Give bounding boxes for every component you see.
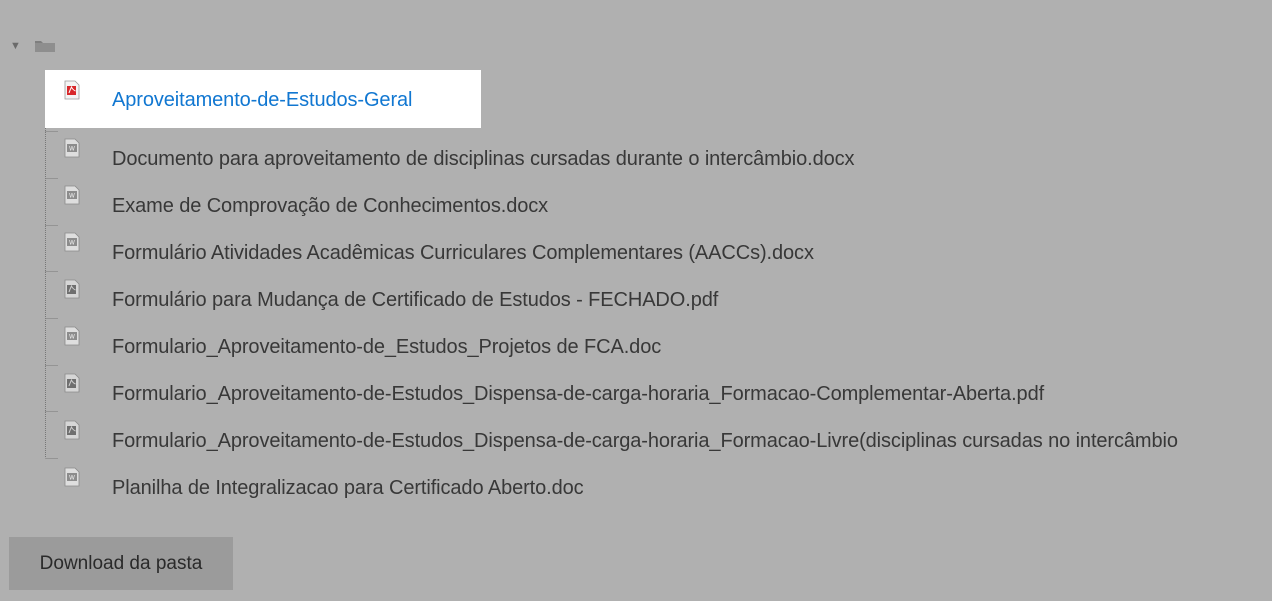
word-document-icon-graphic: W xyxy=(64,232,80,252)
svg-text:W: W xyxy=(69,146,75,153)
collapse-arrow-icon[interactable]: ▼ xyxy=(10,40,24,52)
svg-text:W: W xyxy=(69,240,75,247)
file-item[interactable]: Formulario_Aproveitamento-de-Estudos_Dis… xyxy=(45,363,1272,410)
folder-icon xyxy=(34,39,56,53)
file-name-link[interactable]: Formulario_Aproveitamento-de_Estudos_Pro… xyxy=(112,336,661,359)
word-document-icon: W xyxy=(62,326,82,346)
word-document-icon: W xyxy=(62,232,82,252)
pdf-icon-graphic xyxy=(64,373,80,393)
word-document-icon: W xyxy=(62,138,82,158)
svg-text:W: W xyxy=(69,334,75,341)
word-document-icon-graphic: W xyxy=(64,138,80,158)
file-item[interactable]: Formulário para Mudança de Certificado d… xyxy=(45,269,1272,316)
file-item[interactable]: Formulario_Aproveitamento-de-Estudos_Dis… xyxy=(45,410,1272,457)
word-document-icon: W xyxy=(62,185,82,205)
file-name-link[interactable]: Formulário Atividades Acadêmicas Curricu… xyxy=(112,242,814,265)
file-name-link[interactable]: Planilha de Integralizacao para Certific… xyxy=(112,477,584,500)
pdf-icon xyxy=(62,279,82,299)
pdf-icon-graphic xyxy=(64,80,80,100)
file-item[interactable]: W Documento para aproveitamento de discip… xyxy=(45,128,1272,175)
file-name-link[interactable]: Exame de Comprovação de Conhecimentos.do… xyxy=(112,195,548,218)
file-list: Aproveitamento-de-Estudos-Geral W Document… xyxy=(45,70,1272,504)
file-item[interactable]: W Planilha de Integralizacao para Certifi… xyxy=(45,457,1272,504)
word-document-icon-graphic: W xyxy=(64,467,80,487)
file-name-link[interactable]: Aproveitamento-de-Estudos-Geral xyxy=(112,89,412,112)
word-document-icon: W xyxy=(62,467,82,487)
file-name-link[interactable]: Formulário para Mudança de Certificado d… xyxy=(112,289,718,312)
svg-text:W: W xyxy=(69,475,75,482)
file-name-link[interactable]: Formulario_Aproveitamento-de-Estudos_Dis… xyxy=(112,430,1178,453)
download-folder-button[interactable]: Download da pasta xyxy=(9,537,233,590)
file-item[interactable]: W Formulario_Aproveitamento-de_Estudos_Pr… xyxy=(45,316,1272,363)
word-document-icon-graphic: W xyxy=(64,185,80,205)
pdf-icon xyxy=(62,373,82,393)
file-name-link[interactable]: Documento para aproveitamento de discipl… xyxy=(112,148,855,171)
pdf-icon-graphic xyxy=(64,279,80,299)
word-document-icon-graphic: W xyxy=(64,326,80,346)
pdf-icon xyxy=(62,420,82,440)
file-name-link[interactable]: Formulario_Aproveitamento-de-Estudos_Dis… xyxy=(112,383,1044,406)
file-item[interactable]: Aproveitamento-de-Estudos-Geral xyxy=(45,70,481,128)
file-item[interactable]: W Formulário Atividades Acadêmicas Curric… xyxy=(45,222,1272,269)
svg-text:W: W xyxy=(69,193,75,200)
pdf-icon xyxy=(62,80,82,100)
file-item[interactable]: W Exame de Comprovação de Conhecimentos.d… xyxy=(45,175,1272,222)
folder-root[interactable]: ▼ xyxy=(10,36,56,56)
pdf-icon-graphic xyxy=(64,420,80,440)
folder-view: ▼ Aproveitamento-de-Estudos-Geral W Docume… xyxy=(0,0,1272,601)
